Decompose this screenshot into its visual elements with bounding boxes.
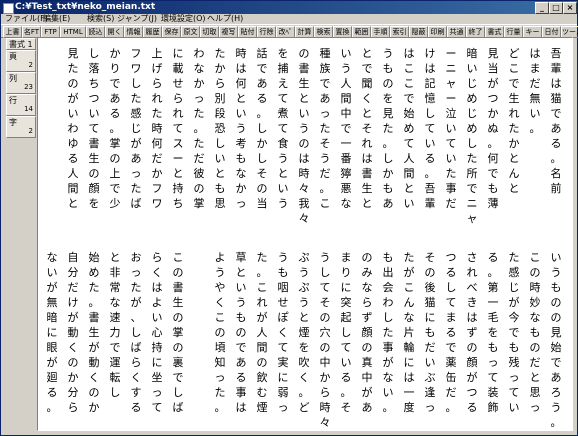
bottom-line: うも咽せぽくて実に弱っ: [277, 251, 289, 414]
top-line: 上げられた時何だかフワ: [151, 47, 163, 210]
top-line: たから別段恐しいとも思: [214, 47, 226, 210]
top-line: し落ちついて書生の顔を: [88, 47, 100, 210]
bottom-line: た感じが今でも残ってい: [508, 251, 520, 414]
menu-item-3[interactable]: ジャンプ(J): [117, 14, 157, 24]
menu-item-4[interactable]: 環境設定(O): [161, 14, 206, 24]
status-label: 列: [9, 74, 17, 83]
menu-item-5[interactable]: ヘルプ(H): [207, 14, 243, 24]
status-value: 14: [24, 105, 33, 113]
app-icon[interactable]: [3, 3, 14, 14]
bottom-line: されべきはずの顔がつる: [466, 251, 478, 414]
window-title: C:¥Test_txt¥neko_meian.txt: [15, 2, 156, 12]
top-line: どこで生れたかとんと: [508, 47, 520, 195]
top-line: 見たのがいわゆる人間と: [67, 47, 79, 210]
resize-grip[interactable]: [570, 427, 576, 433]
top-line: を捕えて煮て食うという: [277, 47, 289, 210]
bottom-line: ようやくこの頃知った。: [214, 251, 226, 414]
bottom-line: その後猫にもだいぶ逢っ: [424, 251, 436, 414]
top-line: の書生というのは時々我々: [298, 47, 310, 225]
menu-bar: ファイル(F) 編集(E) 検索(S) ジャンプ(J) 環境設定(O) ヘルプ(H): [1, 14, 577, 24]
bottom-line: まりに突起している。そ: [340, 251, 352, 414]
top-line: 種族であったそうだ。こ: [319, 47, 331, 210]
close-button[interactable]: ×: [563, 2, 577, 14]
top-line: わなかった。ただ彼の掌: [193, 47, 205, 210]
status-box-2: 列 23: [6, 72, 36, 94]
top-line: 暗いじめじめした所でニャ: [466, 47, 478, 225]
bottom-line: 自分だけが動くのか分ら: [67, 251, 79, 414]
bottom-line: と非常な速力で運転し: [109, 251, 121, 399]
top-line: 吾輩は猫である。名前: [550, 47, 562, 195]
top-line: けは記憶している。吾輩: [424, 47, 436, 210]
bottom-line: のみならず顔の真中があ: [361, 251, 373, 414]
top-line: はまだ無い。: [529, 47, 541, 135]
status-label: 頁: [9, 52, 17, 61]
title-bar[interactable]: C:¥Test_txt¥neko_meian.txt _ □ ×: [1, 1, 577, 14]
bottom-line: この時妙なものだと思っ: [529, 251, 541, 414]
bottom-line: この書生の掌の裏でしば: [172, 251, 184, 414]
bottom-line: ぷうぷうと煙を吹く。ど: [298, 251, 310, 414]
top-line: ーニャー泣いていた事だ: [445, 47, 457, 210]
minimize-button[interactable]: _: [535, 2, 549, 14]
bottom-line: らくはよい心持に坐って: [151, 251, 163, 414]
top-line: 話である。しかしその当: [256, 47, 268, 210]
status-box-1: 頁2: [6, 50, 36, 72]
bottom-line: おったが、しばらくする: [130, 251, 142, 414]
top-line: はここで始めて人間とい: [403, 47, 415, 210]
status-label: 行: [9, 96, 17, 105]
status-value: 2: [28, 61, 33, 69]
toolbar: 上書 名FT FTP HTML 読込 開く 情報 履歴 保存 原文 切取 複写 貼付 行除 改ﾍﾟ 計算 検索置…: [1, 24, 578, 38]
bottom-line: 始めた。書生が動くのか: [88, 251, 100, 414]
status-box-4: 字2: [6, 116, 36, 138]
top-line: に載せられてスーと持ち: [172, 47, 184, 210]
text-editor[interactable]: 吾輩は猫である。名前はまだ無い。どこで生れたかとんと見当がつかぬ。何でも薄暗いじ…: [37, 37, 573, 431]
bottom-line: うしてその穴の中から時々: [319, 251, 331, 429]
top-line: いう人間中で一番獰悪な: [340, 47, 352, 210]
menu-item-1[interactable]: 編集(E): [43, 14, 70, 24]
top-line: とで聞くとそれは書生と: [361, 47, 373, 210]
status-box-3: 行 14: [6, 94, 36, 116]
toolbar-button-0[interactable]: 上書: [3, 26, 22, 38]
bottom-line: も出会わした事がない。: [382, 251, 394, 414]
bottom-line: いうものの見始であろう。: [550, 251, 562, 429]
top-line: かりである。掌の上で少: [109, 47, 121, 210]
bottom-line: たがこんな片輪には一度: [403, 251, 415, 414]
bottom-line: る。第一毛をもって装飾: [487, 251, 499, 414]
status-label: 書式 1: [9, 40, 33, 49]
status-label: 字: [9, 118, 17, 127]
top-line: うものを見た。しかもあ: [382, 47, 394, 210]
status-value: 23: [24, 83, 33, 91]
status-box-0: 書式 1: [6, 38, 36, 50]
bottom-line: つるしてまるで薬缶だ。: [445, 251, 457, 414]
editor-window: C:¥Test_txt¥neko_meian.txt _ □ × ファイル(F)…: [0, 0, 578, 436]
top-line: フワした感じがあったば: [130, 47, 142, 210]
bottom-line: 草というものである事は: [235, 251, 247, 414]
status-sidebar: 書式 1 頁 2 列 23 行 14 字 2: [3, 38, 37, 206]
bottom-line: ないが無暗に眼が廻る。: [46, 251, 58, 414]
bottom-line: た。これが人間の飲む煙: [256, 251, 268, 414]
top-line: 見当がつかぬ。何でも薄: [487, 47, 499, 210]
top-line: 時は何という考もなかっ: [235, 47, 247, 210]
menu-item-0[interactable]: ファイル(F): [5, 14, 48, 24]
menu-item-2[interactable]: 検索(S): [87, 14, 114, 24]
maximize-button[interactable]: □: [549, 2, 563, 14]
status-value: 2: [28, 127, 33, 135]
